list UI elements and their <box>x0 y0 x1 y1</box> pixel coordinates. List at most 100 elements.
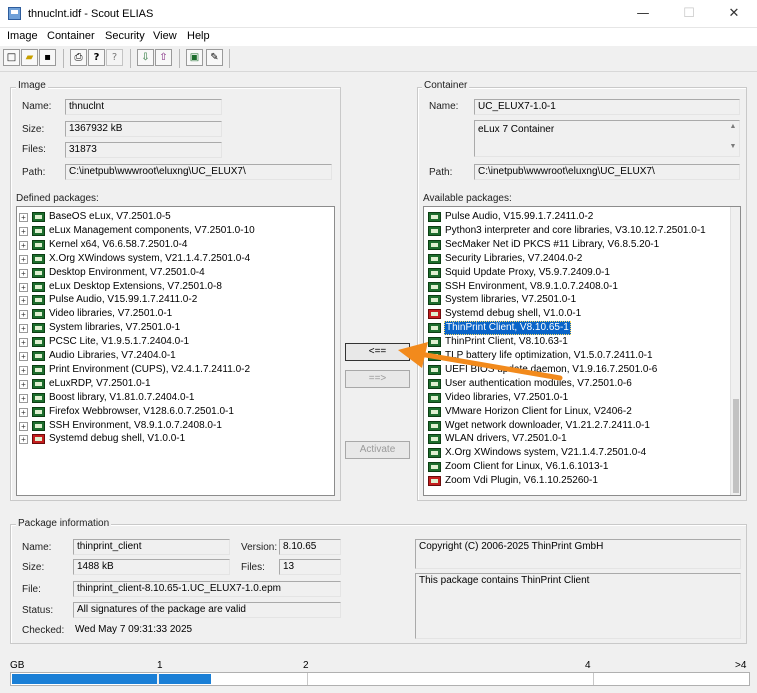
container-group-label: Container <box>422 80 470 91</box>
defined-package-label: Pulse Audio, V15.99.1.7.2411.0-2 <box>49 294 198 306</box>
annotation-arrow-shaft <box>417 351 563 381</box>
package-icon <box>428 406 441 417</box>
expand-plus-icon[interactable]: + <box>19 296 28 306</box>
container-name-field[interactable]: UC_ELUX7-1.0-1 <box>474 99 740 115</box>
expand-plus-icon[interactable]: + <box>19 393 28 403</box>
expand-plus-icon[interactable]: + <box>19 407 28 417</box>
package-description-field[interactable]: This package contains ThinPrint Client <box>415 573 741 639</box>
minimize-button[interactable]: — <box>620 0 666 28</box>
image-name-field[interactable]: thnuclnt <box>65 99 222 115</box>
verify-button[interactable]: ✎ <box>206 49 223 66</box>
package-button[interactable]: ▣ <box>186 49 203 66</box>
usage-bar <box>10 672 750 686</box>
package-warning-icon <box>32 434 45 445</box>
usage-tick-1: 1 <box>157 660 163 671</box>
menu-security[interactable]: Security <box>105 30 145 42</box>
expand-plus-icon[interactable]: + <box>19 421 28 431</box>
menu-help[interactable]: Help <box>187 30 210 42</box>
expand-plus-icon[interactable]: + <box>19 324 28 334</box>
defined-package-label: System libraries, V7.2501.0-1 <box>49 322 181 334</box>
expand-plus-icon[interactable]: + <box>19 240 28 250</box>
menu-bar: Image Container Security View Help <box>0 28 757 46</box>
package-icon <box>428 253 441 264</box>
container-name-label: Name: <box>429 101 459 112</box>
help-button[interactable]: ? <box>88 49 105 66</box>
image-size-field[interactable]: 1367932 kB <box>65 121 222 137</box>
import-button[interactable]: ⇩ <box>137 49 154 66</box>
defined-package-label: Kernel x64, V6.6.58.7.2501.0-4 <box>49 238 188 250</box>
description-scrollbar[interactable]: ▲ ▼ <box>728 122 738 155</box>
menu-container[interactable]: Container <box>47 30 95 42</box>
expand-plus-icon[interactable]: + <box>19 310 28 320</box>
save-button[interactable]: ▪ <box>39 49 56 66</box>
pkg-status-field[interactable]: All signatures of the package are valid <box>73 602 341 618</box>
available-package-label: System libraries, V7.2501.0-1 <box>445 294 577 306</box>
package-icon <box>428 434 441 445</box>
expand-plus-icon[interactable]: + <box>19 254 28 264</box>
package-icon <box>428 420 441 431</box>
new-button[interactable]: □ <box>3 49 20 66</box>
menu-image[interactable]: Image <box>7 30 38 42</box>
copyright-field[interactable]: Copyright (C) 2006-2025 ThinPrint GmbH <box>415 539 741 569</box>
image-files-field[interactable]: 31873 <box>65 142 222 158</box>
container-description-text: eLux 7 Container <box>478 124 555 135</box>
container-description-field[interactable]: eLux 7 Container ▲ ▼ <box>474 120 740 157</box>
activate-button[interactable]: Activate <box>345 441 410 459</box>
package-icon <box>32 392 45 403</box>
expand-plus-icon[interactable]: + <box>19 213 28 222</box>
close-button[interactable]: ✕ <box>711 0 757 28</box>
scroll-up-arrow-icon[interactable]: ▲ <box>728 122 738 132</box>
expand-plus-icon[interactable]: + <box>19 268 28 278</box>
package-icon <box>428 448 441 459</box>
pkg-checked-value: Wed May 7 09:31:33 2025 <box>75 624 193 635</box>
context-help-button[interactable]: ? <box>106 49 123 66</box>
package-icon <box>428 212 441 222</box>
pkg-files-field[interactable]: 13 <box>279 559 341 575</box>
print-button[interactable]: ⎙ <box>70 49 87 66</box>
expand-plus-icon[interactable]: + <box>19 352 28 361</box>
pkg-checked-label: Checked: <box>22 625 65 636</box>
print-icon: ⎙ <box>74 52 83 63</box>
pkg-size-field[interactable]: 1488 kB <box>73 559 230 575</box>
image-path-field[interactable]: C:\inetpub\wwwroot\eluxng\UC_ELUX7\ <box>65 164 332 180</box>
defined-packages-list[interactable]: + BaseOS eLux, V7.2501.0-5 + eLux Managemen… <box>16 206 335 496</box>
image-size-label: Size: <box>22 124 45 135</box>
image-path-label: Path: <box>22 167 46 178</box>
defined-package-label: Print Environment (CUPS), V2.4.1.7.2411.… <box>49 363 251 375</box>
pkg-file-label: File: <box>22 584 41 595</box>
pkg-file-field[interactable]: thinprint_client-8.10.65-1.UC_ELUX7-1.0.… <box>73 581 341 597</box>
available-scrollbar[interactable] <box>730 207 740 495</box>
menu-view[interactable]: View <box>153 30 177 42</box>
usage-tick-2: 2 <box>303 660 309 671</box>
defined-package-label: SSH Environment, V8.9.1.0.7.2408.0-1 <box>49 419 222 431</box>
available-package-label: Wget network downloader, V1.21.2.7.2411.… <box>445 419 650 431</box>
container-path-field[interactable]: C:\inetpub\wwwroot\eluxng\UC_ELUX7\ <box>474 164 740 180</box>
open-button[interactable]: ▰ <box>21 49 38 66</box>
pkg-name-field[interactable]: thinprint_client <box>73 539 230 555</box>
scrollbar-thumb[interactable] <box>733 399 739 493</box>
maximize-button[interactable]: ☐ <box>666 0 712 28</box>
package-icon <box>428 462 441 473</box>
defined-package-label: Desktop Environment, V7.2501.0-4 <box>49 266 205 278</box>
expand-plus-icon[interactable]: + <box>19 379 28 389</box>
expand-plus-icon[interactable]: + <box>19 435 28 445</box>
package-icon <box>32 295 45 306</box>
available-package-label: Video libraries, V7.2501.0-1 <box>445 391 569 403</box>
package-icon <box>32 267 45 278</box>
expand-plus-icon[interactable]: + <box>19 226 28 236</box>
scroll-down-arrow-icon[interactable]: ▼ <box>728 142 738 152</box>
pkg-version-field[interactable]: 8.10.65 <box>279 539 341 555</box>
package-icon <box>32 281 45 292</box>
pkg-name-label: Name: <box>22 542 52 553</box>
available-packages-label: Available packages: <box>423 193 512 204</box>
defined-package-label: Firefox Webbrowser, V128.6.0.7.2501.0-1 <box>49 405 234 417</box>
expand-plus-icon[interactable]: + <box>19 365 28 375</box>
usage-bar-divider <box>307 673 308 685</box>
pkg-status-label: Status: <box>22 605 54 616</box>
available-package-label: Systemd debug shell, V1.0.0-1 <box>445 308 582 320</box>
expand-plus-icon[interactable]: + <box>19 338 28 348</box>
export-button[interactable]: ⇧ <box>155 49 172 66</box>
expand-plus-icon[interactable]: + <box>19 282 28 292</box>
package-icon <box>32 225 45 236</box>
package-icon <box>32 212 45 222</box>
